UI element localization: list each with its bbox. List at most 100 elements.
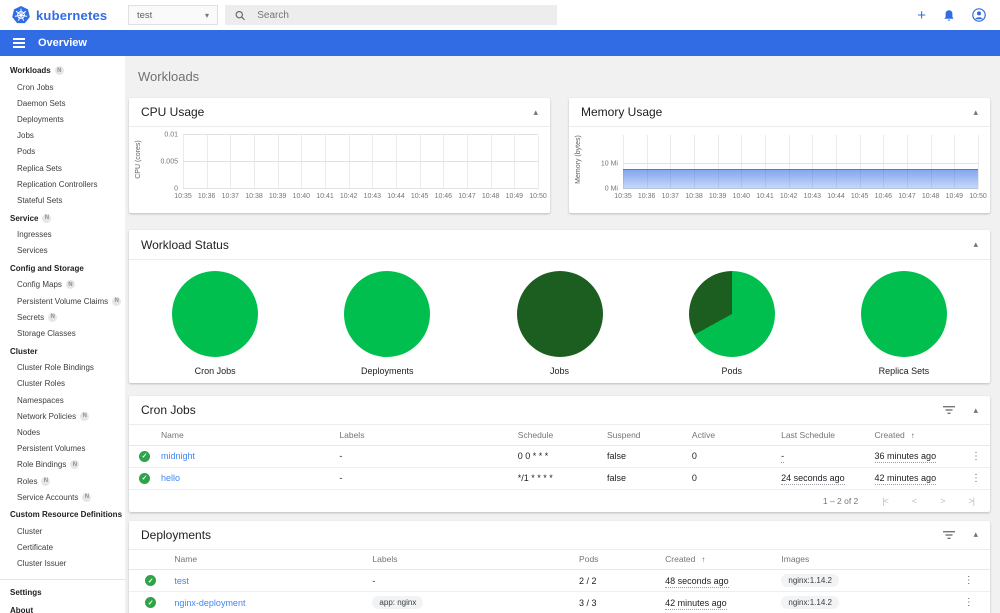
- filter-button[interactable]: [943, 530, 956, 540]
- first-page-button[interactable]: |<: [882, 496, 889, 506]
- resource-name-link[interactable]: nginx-deployment: [174, 598, 245, 608]
- column-header-active[interactable]: Active: [685, 425, 776, 446]
- kubernetes-logo[interactable]: kubernetes: [12, 6, 128, 24]
- sidebar-item-label: Cluster: [17, 526, 43, 536]
- sidebar-item-deployments[interactable]: Deployments: [0, 111, 125, 127]
- sidebar-item-pods[interactable]: Pods: [0, 144, 125, 160]
- cpu-usage-card-title: CPU Usage: [141, 105, 205, 119]
- x-axis-tick-label: 10:37: [661, 193, 680, 200]
- sidebar-item-network-policies[interactable]: Network Policies N: [0, 408, 125, 424]
- row-actions-menu-icon[interactable]: ⋮: [964, 575, 974, 586]
- sidebar-group-config-and-storage[interactable]: Config and Storage: [0, 259, 125, 277]
- label-chip: nginx:1.14.2: [781, 574, 839, 587]
- next-page-button[interactable]: >: [940, 496, 945, 506]
- y-axis-label: Memory (bytes): [574, 134, 582, 184]
- column-header-images[interactable]: Images: [775, 549, 948, 570]
- column-header-pods[interactable]: Pods: [573, 549, 660, 570]
- sidebar-item-cluster-issuer[interactable]: Cluster Issuer: [0, 556, 125, 572]
- sidebar-item-config-maps[interactable]: Config Maps N: [0, 277, 125, 293]
- x-axis-tick-label: 10:36: [637, 193, 656, 200]
- resource-name-link[interactable]: hello: [161, 473, 180, 483]
- filter-button[interactable]: [943, 405, 956, 415]
- resource-name-link[interactable]: midnight: [161, 451, 195, 461]
- column-header-last-schedule[interactable]: Last Schedule: [775, 425, 869, 446]
- resource-name-link[interactable]: test: [174, 576, 189, 586]
- cron-jobs-table: Name Labels Schedule Suspend Active Last Sche…: [129, 425, 990, 490]
- table-row: ✓ test - 2 / 2 48 seconds ago nginx:1.14.2 ⋮: [129, 569, 990, 592]
- column-header-labels[interactable]: Labels: [366, 549, 574, 570]
- create-resource-button[interactable]: +: [917, 8, 926, 23]
- sidebar-item-replica-sets[interactable]: Replica Sets: [0, 160, 125, 176]
- column-header-name[interactable]: Name: [168, 549, 367, 570]
- account-button[interactable]: [972, 8, 986, 22]
- search-bar[interactable]: [225, 5, 557, 25]
- sidebar-item-about[interactable]: About: [0, 601, 125, 613]
- sidebar-item-label: Stateful Sets: [17, 195, 63, 205]
- sidebar-item-stateful-sets[interactable]: Stateful Sets: [0, 192, 125, 208]
- column-header-schedule[interactable]: Schedule: [511, 425, 601, 446]
- last-page-button[interactable]: >|: [968, 496, 975, 506]
- column-header-label: Active: [691, 429, 716, 440]
- collapse-card-button chevron-up-icon[interactable]: ▴: [973, 405, 978, 415]
- column-header-name[interactable]: Name: [155, 425, 334, 446]
- column-header-suspend[interactable]: Suspend: [600, 425, 686, 446]
- notifications-button[interactable]: [943, 9, 955, 22]
- namespaced-badge: N: [48, 312, 58, 322]
- sidebar-item-settings[interactable]: Settings: [0, 583, 125, 601]
- sidebar-item-cluster-roles[interactable]: Cluster Roles: [0, 376, 125, 392]
- sidebar-item-secrets[interactable]: Secrets N: [0, 309, 125, 325]
- sidebar-item-replication-controllers[interactable]: Replication Controllers: [0, 176, 125, 192]
- column-header-labels[interactable]: Labels: [333, 425, 512, 446]
- sidebar-item-cron-jobs[interactable]: Cron Jobs: [0, 79, 125, 95]
- row-actions-menu-icon[interactable]: ⋮: [971, 451, 981, 462]
- previous-page-button[interactable]: <: [912, 496, 917, 506]
- cell-text: 3 / 3: [579, 597, 597, 608]
- sidebar-item-persistent-volume-claims[interactable]: Persistent Volume Claims N: [0, 293, 125, 309]
- pie-label: Cron Jobs: [194, 366, 236, 376]
- sidebar-item-service-accounts[interactable]: Service Accounts N: [0, 489, 125, 505]
- sidebar-group-service[interactable]: Service N: [0, 209, 125, 227]
- collapse-card-button chevron-up-icon[interactable]: ▴: [973, 240, 978, 249]
- chart-vertical-gridline: [348, 135, 350, 189]
- x-axis-tick-label: 10:44: [387, 193, 405, 200]
- row-actions-menu-icon[interactable]: ⋮: [964, 597, 974, 608]
- namespaced-badge: N: [82, 492, 92, 502]
- x-axis-tick-label: 10:37: [221, 193, 240, 200]
- sidebar-item-jobs[interactable]: Jobs: [0, 128, 125, 144]
- sidebar-item-certificate[interactable]: Certificate: [0, 540, 125, 556]
- column-header-created[interactable]: Created ↑: [868, 425, 962, 446]
- column-header-created[interactable]: Created ↑: [659, 549, 776, 570]
- sidebar-item-cluster-role-bindings[interactable]: Cluster Role Bindings: [0, 360, 125, 376]
- sidebar-group-label: Custom Resource Definitions: [10, 510, 123, 520]
- sidebar-item-cluster[interactable]: Cluster: [0, 523, 125, 539]
- namespace-selector[interactable]: test ▾: [128, 5, 218, 25]
- x-axis-tick-label: 10:45: [410, 193, 429, 200]
- chevron-down-icon: ▾: [204, 10, 209, 20]
- sidebar-item-persistent-volumes[interactable]: Persistent Volumes: [0, 441, 125, 457]
- sidebar-group-workloads[interactable]: Workloads N: [0, 61, 125, 79]
- collapse-card-button chevron-up-icon[interactable]: ▴: [533, 107, 538, 117]
- sidebar-item-roles[interactable]: Roles N: [0, 473, 125, 489]
- sidebar-item-role-bindings[interactable]: Role Bindings N: [0, 457, 125, 473]
- search-input[interactable]: [257, 9, 547, 21]
- cpu-usage-chart: CPU (cores) 10:35 10:36 10:37 10:38 10:39 10:…: [129, 127, 550, 213]
- sidebar-group-cluster[interactable]: Cluster: [0, 342, 125, 360]
- plus-icon: +: [917, 6, 926, 24]
- sidebar-item-label: Roles: [17, 476, 38, 486]
- sidebar-item-services[interactable]: Services: [0, 243, 125, 259]
- sidebar-item-namespaces[interactable]: Namespaces: [0, 392, 125, 408]
- x-axis-tick-label: 10:46: [874, 193, 893, 200]
- collapse-card-button chevron-up-icon[interactable]: ▴: [973, 107, 978, 117]
- cell-text: false: [606, 473, 626, 483]
- sidebar-item-label: Services: [17, 246, 48, 256]
- sidebar-item-nodes[interactable]: Nodes: [0, 424, 125, 440]
- sidebar-item-ingresses[interactable]: Ingresses: [0, 227, 125, 243]
- menu-toggle-button[interactable]: [13, 38, 25, 48]
- row-actions-menu-icon[interactable]: ⋮: [971, 473, 981, 484]
- sidebar-group-custom-resource-definitions[interactable]: Custom Resource Definitions: [0, 505, 125, 523]
- sidebar-item-daemon-sets[interactable]: Daemon Sets: [0, 95, 125, 111]
- collapse-card-button chevron-up-icon[interactable]: ▴: [973, 530, 978, 539]
- sidebar-item-storage-classes[interactable]: Storage Classes: [0, 325, 125, 341]
- sidebar-item-label: Persistent Volumes: [17, 444, 86, 454]
- cpu-usage-plot-area: 10:35 10:36 10:37 10:38 10:39 10:40 10:41 10:42…: [160, 132, 546, 201]
